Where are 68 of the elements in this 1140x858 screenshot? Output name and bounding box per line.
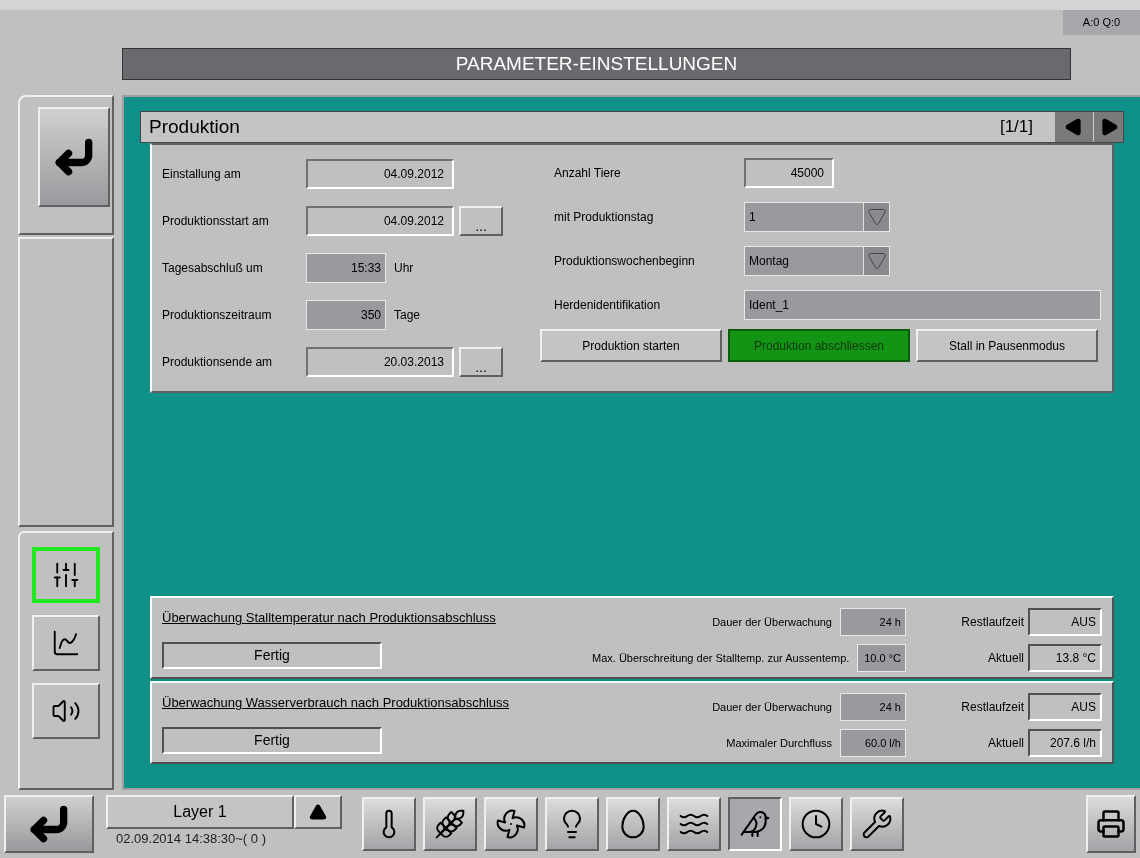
next-button[interactable] <box>1093 112 1123 142</box>
setting-field[interactable]: 10.0 °C <box>857 644 906 672</box>
setting-field[interactable]: 60.0 l/h <box>840 729 906 757</box>
printer-icon <box>1096 809 1126 839</box>
input-field[interactable]: 15:33 <box>306 252 386 283</box>
field-label: Produktionszeitraum <box>162 306 273 324</box>
up-triangle-icon <box>309 803 327 821</box>
unit-label: Uhr <box>394 259 414 277</box>
page-indicator: [1/1] <box>999 116 1033 139</box>
unit-label: Tage <box>394 306 421 324</box>
picker-button[interactable]: ... <box>459 205 503 236</box>
output-field: 20.03.2013 <box>306 346 454 377</box>
picker-button[interactable]: ... <box>459 346 503 377</box>
output-field: 04.09.2012 <box>306 205 454 236</box>
reading-field: 207.6 l/h <box>1028 729 1102 757</box>
setting-label: Dauer der Überwachung <box>712 614 832 630</box>
field-label: Produktionswochenbeginn <box>554 253 696 270</box>
field-label: mit Produktionstag <box>554 209 655 226</box>
field-label: Tagesabschluß um <box>162 259 264 277</box>
clock-icon <box>800 808 832 840</box>
setting-label: Max. Überschreitung der Stalltemp. zur Aussentemp. <box>592 650 850 666</box>
input-field[interactable]: 350 <box>306 299 386 330</box>
reading-label: Restlaufzeit <box>961 699 1024 716</box>
field-label: Produktionsende am <box>162 353 274 371</box>
previous-button[interactable] <box>1055 112 1093 142</box>
monitor-title: Überwachung Stalltemperatur nach Produktionsabschluss <box>162 609 497 627</box>
sliders-icon <box>51 560 81 590</box>
side-tab-button[interactable] <box>32 547 100 603</box>
toolbar-button[interactable] <box>728 797 782 851</box>
reading-label: Aktuell <box>987 735 1024 752</box>
action-button[interactable]: Produktion starten <box>540 329 722 362</box>
reading-field: AUS <box>1028 693 1102 721</box>
back-button[interactable] <box>4 795 94 853</box>
date-time: 02.09.2014 14:38:30~( 0 ) <box>115 830 267 848</box>
dropdown[interactable]: 1 <box>744 202 890 232</box>
reading-field: 13.8 °C <box>1028 644 1102 672</box>
monitor-title: Überwachung Wasserverbrauch nach Produktionsabschluss <box>162 694 511 712</box>
reading-field: AUS <box>1028 608 1102 636</box>
input-field[interactable]: Ident_1 <box>744 290 1101 320</box>
layer-name: Layer 1 <box>106 795 294 829</box>
status-field: Fertig <box>162 727 382 754</box>
setting-label: Maximaler Durchfluss <box>726 735 832 751</box>
reading-label: Restlaufzeit <box>961 614 1024 631</box>
field-label: Einstallung am <box>162 165 242 183</box>
print-button[interactable] <box>1086 795 1136 853</box>
reading-label: Aktuell <box>987 650 1024 667</box>
field-label: Herdenidentifikation <box>554 297 662 314</box>
setting-field[interactable]: 24 h <box>840 693 906 721</box>
panel-title: Produktion <box>149 114 241 139</box>
setting-label: Dauer der Überwachung <box>712 699 832 715</box>
status-indicator: A:0 Q:0 <box>1063 10 1140 35</box>
field-label: Anzahl Tiere <box>554 165 622 182</box>
output-field: 04.09.2012 <box>306 158 454 189</box>
bird-icon <box>739 808 771 840</box>
field-label: Produktionsstart am <box>162 212 270 230</box>
setting-field[interactable]: 24 h <box>840 608 906 636</box>
back-button[interactable] <box>38 107 110 207</box>
output-field: 45000 <box>744 158 834 188</box>
dropdown[interactable]: Montag <box>744 246 890 276</box>
line-chart-icon <box>51 628 81 658</box>
layer-up-button[interactable] <box>294 795 342 829</box>
left-arrow-icon <box>1064 117 1084 137</box>
wheat-icon <box>434 808 466 840</box>
page-title: PARAMETER-EINSTELLUNGEN <box>122 48 1071 80</box>
action-button[interactable]: Stall in Pausenmodus <box>916 329 1098 362</box>
fan-icon <box>495 808 527 840</box>
wrench-icon <box>861 808 893 840</box>
status-field: Fertig <box>162 642 382 669</box>
